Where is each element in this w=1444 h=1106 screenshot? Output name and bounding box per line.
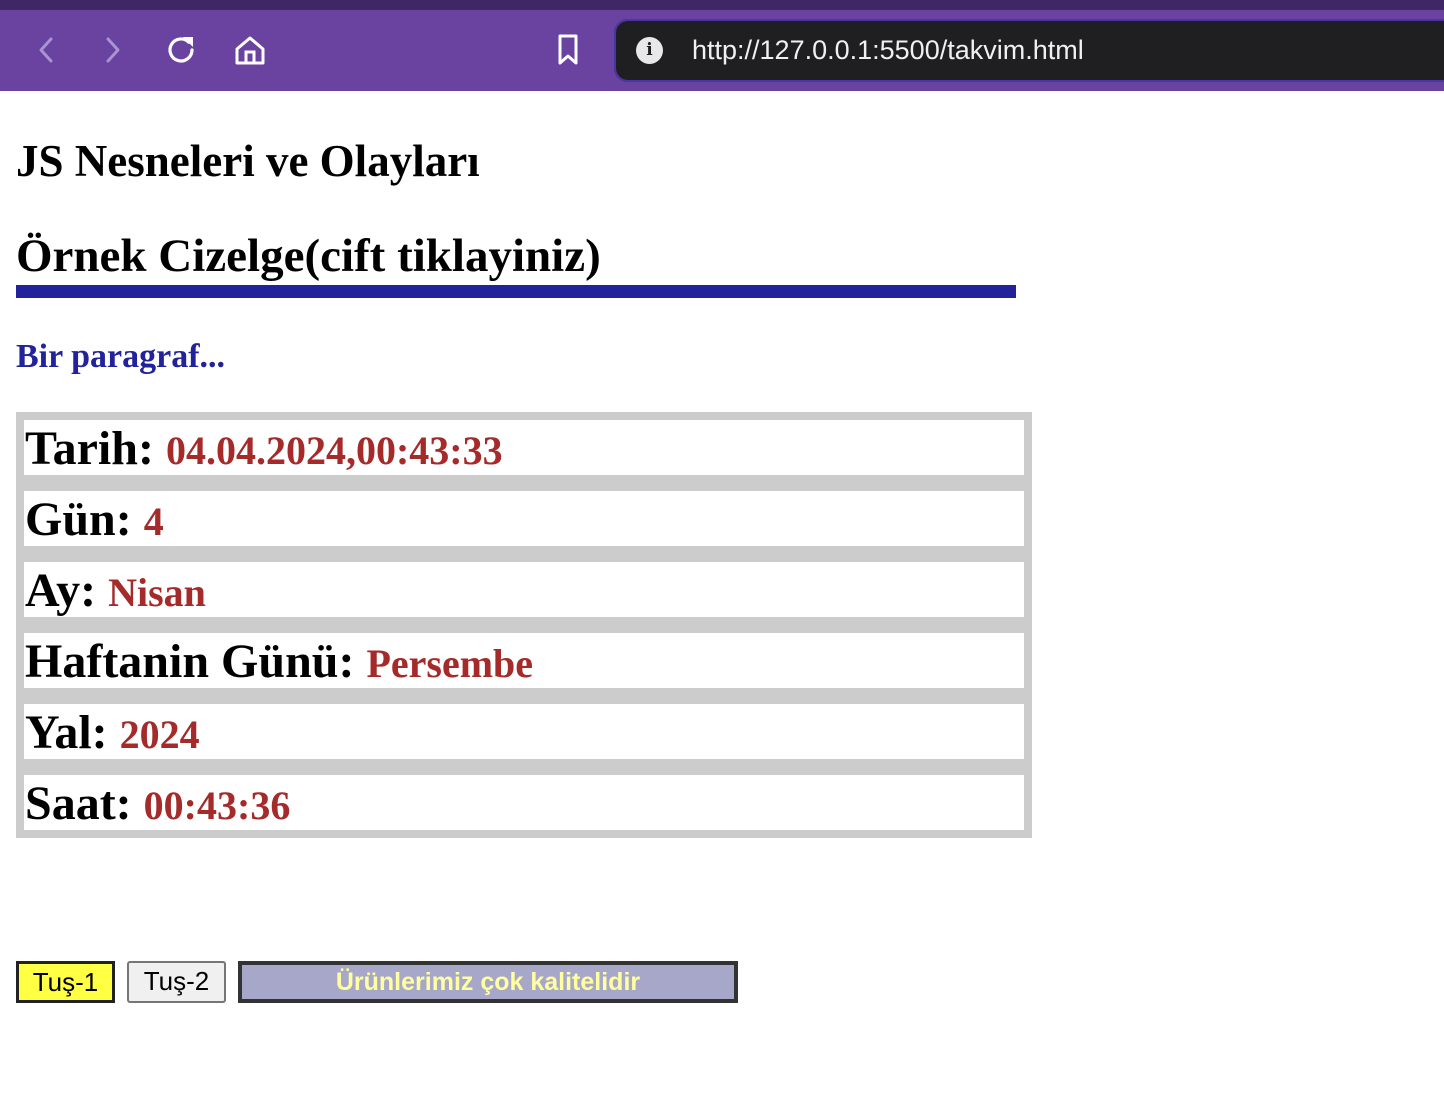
page-title: JS Nesneleri ve Olayları [16,136,480,186]
button-2[interactable]: Tuş-2 [127,961,226,1003]
calendar-row-weekday: Haftanin Günü: Persembe [24,633,1024,688]
calendar-row-time: Saat: 00:43:36 [24,775,1024,830]
calendar-row-year: Yal: 2024 [24,704,1024,759]
quality-banner-button[interactable]: Ürünlerimiz çok kalitelidir [238,961,738,1003]
page-subtitle[interactable]: Örnek Cizelge(cift tiklayiniz) [16,229,601,283]
calendar-row-label: Tarih: 04.04.2024,00:43:33 [25,422,503,475]
bookmark-button[interactable] [548,30,588,70]
calendar-row-value: 4 [143,499,164,544]
address-bar[interactable]: i http://127.0.0.1:5500/takvim.html [614,19,1444,82]
calendar-row-label: Saat: 00:43:36 [25,777,291,830]
button-1[interactable]: Tuş-1 [16,961,115,1003]
paragraph: Bir paragraf... [16,338,226,375]
info-icon[interactable]: i [636,37,663,64]
forward-button[interactable] [93,30,133,70]
calendar-row-label: Haftanin Günü: Persembe [25,635,534,688]
calendar-row-label: Gün: 4 [25,493,164,546]
home-icon [235,36,265,65]
calendar-row-value: 04.04.2024,00:43:33 [165,428,503,473]
calendar-row-value: 00:43:36 [143,783,291,828]
calendar-table: Tarih: 04.04.2024,00:43:33 Gün: 4 Ay: Nisan… [16,412,1032,838]
calendar-row-label: Yal: 2024 [25,706,200,759]
reload-button[interactable] [161,30,201,70]
bookmark-icon [558,34,578,65]
home-button[interactable] [230,30,270,70]
subtitle-underline [16,285,1016,298]
reload-icon [168,37,194,63]
calendar-row-value: Nisan [108,570,206,615]
forward-icon [106,37,120,63]
calendar-row-value: 2024 [119,712,200,757]
browser-toolbar: i http://127.0.0.1:5500/takvim.html [0,0,1444,91]
calendar-row-label: Ay: Nisan [25,564,206,617]
calendar-row-value: Persembe [366,641,534,686]
window-top-strip [0,0,1444,10]
url-text[interactable]: http://127.0.0.1:5500/takvim.html [692,33,1084,67]
calendar-row-month: Ay: Nisan [24,562,1024,617]
calendar-row-date: Tarih: 04.04.2024,00:43:33 [24,420,1024,475]
back-button[interactable] [26,30,66,70]
calendar-row-day: Gün: 4 [24,491,1024,546]
back-icon [39,37,53,63]
